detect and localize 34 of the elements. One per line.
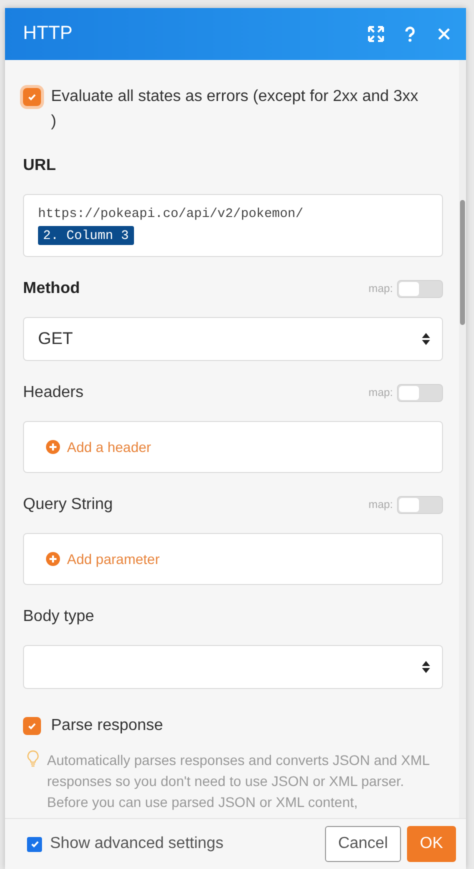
map-toggle[interactable] [397,280,443,298]
sort-icon [422,661,430,673]
map-label: map: [368,499,393,511]
field-label: Method [23,280,80,298]
map-toggle[interactable] [397,384,443,402]
map-label: map: [368,283,393,295]
field-label: Query String [23,496,113,514]
checkbox[interactable] [27,836,42,852]
url-field[interactable]: https://pokeapi.co/api/v2/pokemon/ 2. Column 3 [23,194,443,257]
checkbox-label: Parse response [51,716,164,736]
checkmark-icon [27,721,37,731]
cancel-button[interactable]: Cancel [325,826,401,862]
map-toggle[interactable] [397,496,443,514]
map-label: map: [368,387,393,399]
checkbox[interactable] [23,717,41,735]
close-icon[interactable] [436,26,452,42]
plus-icon [46,440,60,454]
plus-icon [46,552,60,566]
lightbulb-icon [27,750,39,767]
checkbox[interactable] [23,88,41,106]
checkbox-label: Show advanced settings [50,835,224,853]
field-label: Headers [23,384,84,402]
field-label: URL [23,157,56,175]
checkmark-icon [30,839,40,849]
window-title: HTTP [23,23,74,45]
help-text: Automatically parses responses and converts JSON and XML responses so you don't need to use JSON or XML parser. Before you can use parsed JSON or XML content, [47,751,430,812]
checkmark-icon [27,92,37,102]
expand-icon[interactable] [368,26,384,42]
sort-icon [422,333,430,345]
field-label: Body type [23,608,94,626]
select-field[interactable] [23,645,443,689]
select-field[interactable]: GET [23,317,443,361]
scrollbar[interactable] [459,60,466,818]
checkbox-label: Evaluate all states as errors (except for 2xx and 3xx ) [51,87,420,132]
